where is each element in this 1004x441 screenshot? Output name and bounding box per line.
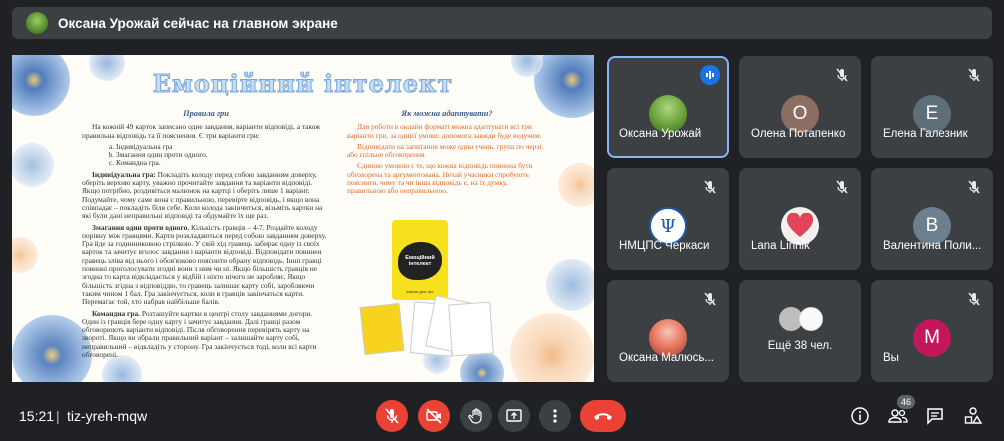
adapt-text: Для роботи в онлайн форматі можна адапту… xyxy=(347,122,542,140)
mic-off-icon xyxy=(385,408,399,424)
people-icon xyxy=(888,409,908,423)
mic-toggle-button[interactable] xyxy=(376,400,408,432)
mic-off-icon xyxy=(704,292,716,306)
present-screen-icon xyxy=(506,409,522,422)
participant-name: НМЦПС Черкаси xyxy=(619,240,710,252)
participant-name: Оксана Урожай xyxy=(619,128,702,140)
participant-name: Валентина Поли... xyxy=(883,240,982,252)
presentation-banner-text: Оксана Урожай сейчас на главном экране xyxy=(58,15,338,31)
meeting-details-button[interactable] xyxy=(844,400,876,432)
camera-off-icon xyxy=(426,408,442,424)
rules-paragraph-versus: Змагання один проти одного. Кількість гр… xyxy=(82,222,330,307)
mic-off-icon xyxy=(968,180,980,194)
rules-column: Правила гри На кожній 49 карток записано… xyxy=(82,109,330,362)
participant-name: Олена Потапенко xyxy=(751,128,846,140)
chat-button[interactable] xyxy=(919,400,951,432)
adapt-column: Як можна адаптувати? Для роботи в онлайн… xyxy=(347,109,547,199)
rules-paragraph-individual: Індивідуальна гра: Покладіть колоду пере… xyxy=(82,169,330,221)
present-button[interactable] xyxy=(498,400,530,432)
game-box-subtitle: картки для гри xyxy=(406,289,434,294)
participant-name: Вы xyxy=(883,352,899,364)
shared-screen[interactable]: Емоційний інтелект Правила гри На кожній… xyxy=(12,55,594,382)
rules-heading: Правила гри xyxy=(183,109,229,118)
mic-off-icon xyxy=(836,180,848,194)
participant-tile-oksana-malius[interactable]: Оксана Малюсь... xyxy=(607,280,729,382)
participant-tile-oksana-urozhai[interactable]: Оксана Урожай xyxy=(607,56,729,158)
bottom-toolbar: 15:21 | tiz-yreh-mqw xyxy=(0,395,1004,441)
clock: 15:21 xyxy=(19,408,55,424)
avatar: М xyxy=(913,319,951,357)
hand-icon xyxy=(468,408,482,424)
rules-text-team: Розташуйте картки в центрі столу завданн… xyxy=(82,308,317,360)
camera-toggle-button[interactable] xyxy=(418,400,450,432)
participant-tile-elena-galeznik[interactable]: Е Елена Галезник xyxy=(871,56,993,158)
meeting-code: tiz-yreh-mqw xyxy=(67,408,148,424)
avatar xyxy=(799,307,823,331)
more-options-button[interactable] xyxy=(539,400,571,432)
slide-title: Емоційний інтелект xyxy=(152,69,454,99)
presentation-banner: Оксана Урожай сейчас на главном экране xyxy=(12,7,992,39)
participant-tile-olena-potapenko[interactable]: О Олена Потапенко xyxy=(739,56,861,158)
more-vert-icon xyxy=(553,409,557,423)
speaking-indicator-icon xyxy=(700,65,720,85)
adapt-text: Єдиною умовою є те, що кожна відповідь п… xyxy=(347,161,533,196)
rules-text-individual: Покладіть колоду перед собою завданням д… xyxy=(82,169,323,221)
leave-call-button[interactable] xyxy=(580,400,626,432)
rules-intro: На кожній 49 карток записано одне завдан… xyxy=(82,122,321,140)
participant-tile-self[interactable]: М Вы xyxy=(871,280,993,382)
card-image xyxy=(359,303,405,355)
participant-name: Елена Галезник xyxy=(883,128,968,140)
raise-hand-button[interactable] xyxy=(460,400,492,432)
mic-off-icon xyxy=(968,292,980,306)
game-box-label: Емоційний інтелект xyxy=(398,242,442,280)
info-icon xyxy=(851,407,869,425)
shapes-icon xyxy=(964,407,983,424)
game-box-image: Емоційний інтелект картки для гри xyxy=(392,220,448,300)
participant-tile-lana-linnik[interactable]: Lana Linnik xyxy=(739,168,861,270)
adapt-heading: Як можна адаптувати? xyxy=(401,109,493,118)
game-box-title: Емоційний інтелект xyxy=(405,255,435,267)
card-image xyxy=(448,301,494,357)
more-participants-label: Ещё 38 чел. xyxy=(767,340,833,352)
mic-off-icon xyxy=(968,68,980,82)
rules-paragraph-team: Командна гра. Розташуйте картки в центрі… xyxy=(82,308,330,360)
separator: | xyxy=(56,408,60,424)
mic-off-icon xyxy=(836,68,848,82)
game-variant: Командна гра. xyxy=(116,159,330,168)
hang-up-icon xyxy=(594,413,612,420)
participants-count-badge: 46 xyxy=(897,395,915,409)
more-participants-tile[interactable]: Ещё 38 чел. xyxy=(739,280,861,382)
rules-text-versus: Кількість гравців – 4-7. Роздайте колоду… xyxy=(82,222,327,307)
mic-off-icon xyxy=(704,180,716,194)
participant-tile-valentina[interactable]: В Валентина Поли... xyxy=(871,168,993,270)
chat-icon xyxy=(927,408,943,425)
participant-name: Lana Linnik xyxy=(751,240,810,252)
participant-tile-nmcps-cherkasy[interactable]: Ψ НМЦПС Черкаси xyxy=(607,168,729,270)
presenter-avatar xyxy=(26,12,48,34)
adapt-text: Відповідати на запитання може один учень… xyxy=(347,141,542,160)
game-variants-list: Індивідуальна гра Змагання один проти од… xyxy=(116,142,330,168)
activities-button[interactable] xyxy=(957,400,989,432)
participant-name: Оксана Малюсь... xyxy=(619,352,714,364)
